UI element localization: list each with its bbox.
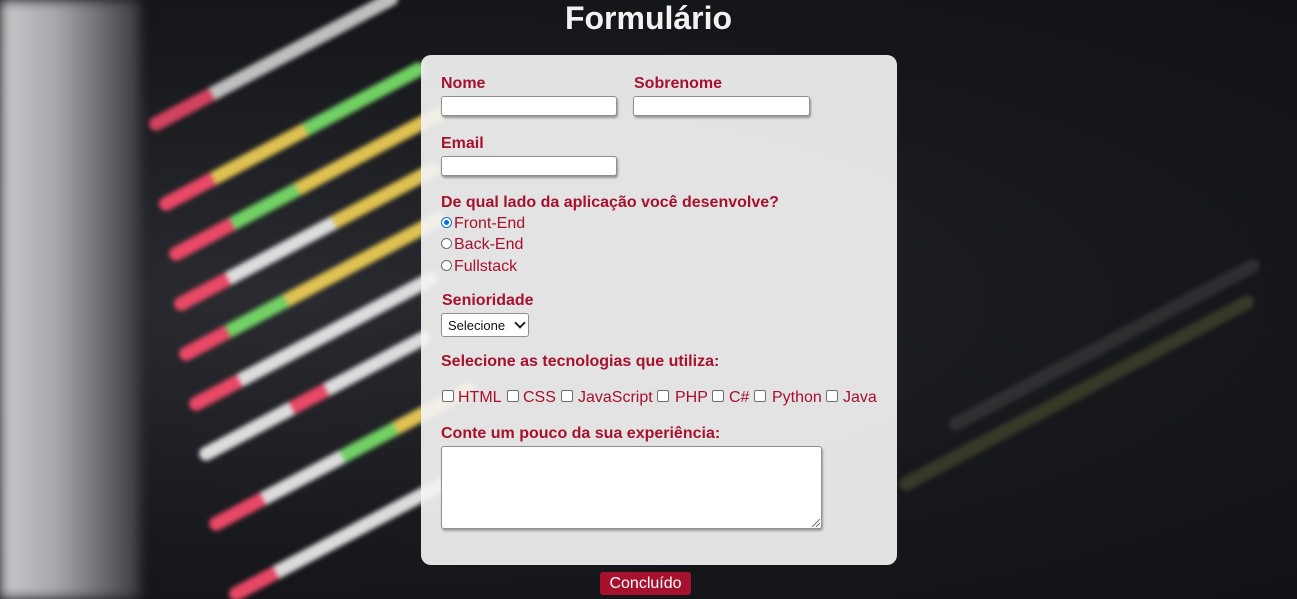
checkbox-label: PHP	[675, 389, 708, 406]
experience-textarea[interactable]	[441, 446, 822, 529]
seniority-select[interactable]: Selecione	[441, 313, 529, 337]
email-input[interactable]	[441, 156, 617, 176]
name-input[interactable]	[441, 96, 617, 116]
code-decoration	[196, 328, 433, 464]
checkbox-label: JavaScript	[578, 389, 653, 406]
email-label: Email	[441, 135, 484, 152]
checkbox-label: CSS	[523, 389, 556, 406]
page-title: Formulário	[564, 0, 733, 36]
checkbox-label: Python	[772, 389, 822, 406]
checkbox-label: C#	[729, 389, 750, 406]
submit-button[interactable]: Concluído	[600, 572, 691, 595]
tech-question: Selecione as tecnologias que utiliza:	[441, 353, 720, 370]
checkbox-csharp[interactable]	[712, 390, 724, 402]
side-question: De qual lado da aplicação você desenvolv…	[441, 194, 779, 211]
checkbox-python[interactable]	[754, 390, 766, 402]
chevron-down-icon	[514, 317, 526, 329]
checkbox-label: HTML	[458, 389, 502, 406]
name-label: Nome	[441, 75, 486, 92]
checkbox-java[interactable]	[826, 390, 838, 402]
seniority-selected-value: Selecione	[448, 318, 506, 333]
surname-label: Sobrenome	[634, 75, 723, 92]
radio-label: Front-End	[454, 215, 526, 232]
seniority-label: Senioridade	[442, 292, 534, 309]
form-card: Nome Sobrenome Email De qual lado da apl…	[421, 55, 897, 565]
checkbox-html[interactable]	[442, 390, 454, 402]
checkbox-label: Java	[843, 389, 877, 406]
surname-input[interactable]	[633, 96, 810, 116]
code-decoration	[896, 293, 1257, 494]
experience-label: Conte um pouco da sua experiência:	[441, 425, 721, 442]
background-blur-left	[0, 0, 140, 599]
checkbox-css[interactable]	[507, 390, 519, 402]
radio-fullstack[interactable]	[441, 260, 452, 271]
radio-back-end[interactable]	[441, 238, 452, 249]
radio-label: Fullstack	[454, 258, 518, 275]
resize-grip-icon[interactable]	[812, 519, 820, 527]
checkbox-javascript[interactable]	[561, 390, 573, 402]
checkbox-php[interactable]	[657, 390, 669, 402]
radio-front-end[interactable]	[441, 217, 452, 228]
radio-label: Back-End	[454, 236, 524, 253]
code-decoration	[946, 256, 1263, 434]
